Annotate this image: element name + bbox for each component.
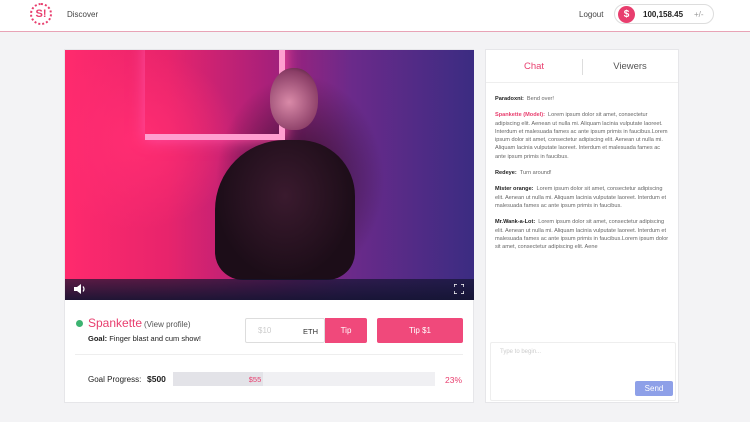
chat-username[interactable]: Redeye:: [495, 170, 517, 176]
tip-button[interactable]: Tip: [325, 318, 367, 343]
chat-username[interactable]: Mr.Wank-a-Lot:: [495, 219, 535, 225]
goal-progress-label: Goal Progress:: [88, 375, 142, 384]
chat-placeholder: Type to begin...: [500, 349, 542, 355]
chat-username[interactable]: Mister orange:: [495, 186, 534, 192]
chat-tabs: Chat Viewers: [486, 50, 678, 83]
fullscreen-icon[interactable]: [454, 284, 464, 294]
video-player[interactable]: [65, 50, 474, 300]
dollar-coin-icon: $: [618, 6, 635, 23]
goal-amount: $500: [147, 374, 166, 384]
video-controls: [65, 279, 474, 300]
stream-panel: Spankette (View profile) Goal: Finger bl…: [64, 49, 474, 403]
performer-body: [215, 140, 355, 280]
send-button[interactable]: Send: [635, 381, 673, 396]
tip-currency-unit: ETH: [303, 327, 318, 336]
goal-text: Finger blast and cum show!: [109, 334, 201, 343]
chat-text: Lorem ipsum dolor sit amet, consectetur …: [495, 112, 668, 160]
online-status-dot: [76, 320, 83, 327]
add-funds-button[interactable]: +/-: [694, 10, 704, 19]
goal-progress-bar: $55: [173, 372, 435, 386]
goal-current-amount: $55: [248, 375, 262, 384]
logo[interactable]: S!: [30, 3, 52, 25]
goal-progress-percent: 23%: [445, 375, 463, 385]
chat-text: Turn around!: [519, 170, 552, 177]
model-name[interactable]: Spankette: [88, 316, 142, 330]
chat-panel: Chat Viewers Paradoxni: Bend over! Spanke…: [485, 49, 679, 403]
goal-description: Goal: Finger blast and cum show!: [88, 334, 201, 343]
chat-message: Paradoxni: Bend over!: [495, 95, 671, 103]
tab-chat[interactable]: Chat: [486, 61, 582, 72]
tip-amount-input[interactable]: $10 ETH: [245, 318, 325, 343]
performer-head: [270, 68, 318, 130]
chat-username[interactable]: Paradoxni:: [495, 96, 524, 102]
tab-viewers[interactable]: Viewers: [582, 61, 678, 72]
chat-message: Mr.Wank-a-Lot: Lorem ipsum dolor sit amet…: [495, 218, 671, 251]
view-profile-link[interactable]: (View profile): [144, 320, 191, 329]
chat-username[interactable]: Spankette (Model):: [495, 112, 545, 118]
divider: [75, 354, 463, 355]
balance-amount: 100,158.45: [643, 10, 684, 19]
volume-icon[interactable]: [73, 283, 87, 295]
chat-message: Redeye: Turn around!: [495, 169, 671, 177]
chat-message: Spankette (Model): Lorem ipsum dolor sit …: [495, 111, 671, 161]
logout-link[interactable]: Logout: [579, 10, 603, 19]
tip-placeholder: $10: [258, 326, 272, 335]
chat-messages: Paradoxni: Bend over! Spankette (Model): L…: [495, 95, 671, 259]
chat-text: Bend over!: [526, 96, 554, 102]
chat-input[interactable]: Type to begin... Send: [490, 342, 676, 401]
nav-discover-link[interactable]: Discover: [67, 10, 98, 19]
neon-light: [145, 50, 285, 140]
top-navbar: S! Discover Logout $ 100,158.45 +/-: [0, 0, 750, 32]
goal-label: Goal:: [88, 334, 108, 343]
chat-message: Mister orange: Lorem ipsum dolor sit amet…: [495, 185, 671, 210]
wallet-balance[interactable]: $ 100,158.45 +/-: [614, 4, 714, 24]
tip-one-dollar-button[interactable]: Tip $1: [377, 318, 463, 343]
